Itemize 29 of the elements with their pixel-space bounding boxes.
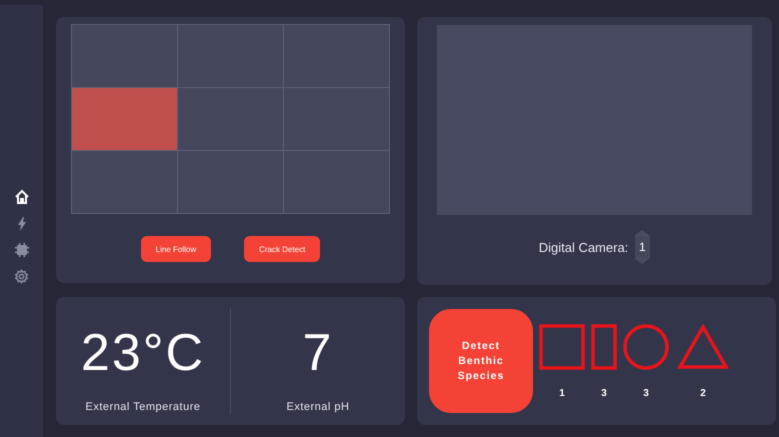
grid-cell[interactable] [178,88,283,150]
grid-cell[interactable] [284,151,389,213]
species-count: 1 [559,388,565,398]
grid-cell[interactable] [178,151,283,213]
rectangle-shape [591,324,617,370]
grid-cell[interactable] [284,25,389,87]
square-shape [539,324,585,370]
reading-value: 7 [302,323,334,383]
species-count: 3 [601,388,607,398]
lightning-icon[interactable] [16,216,26,230]
grid-cell[interactable] [72,151,177,213]
reading-value: 23°C [80,323,206,383]
triangle-shape [677,324,729,370]
species-count: 3 [643,388,649,398]
settings-icon[interactable] [14,268,29,284]
circle-shape [623,324,669,370]
reading-label: External Temperature [86,401,200,413]
grid-cell[interactable] [284,88,389,150]
reading-label: External pH [286,401,350,413]
camera-label: Digital Camera: [538,240,628,254]
mode-button[interactable]: Line Follow [140,236,212,262]
chip-icon[interactable] [14,242,28,256]
detect-species-button[interactable]: Detect Benthic Species [429,309,533,413]
grid-cell[interactable] [72,88,177,150]
grid-cell[interactable] [178,25,283,87]
species-count: 2 [700,388,706,398]
grid-cell[interactable] [72,25,177,87]
mode-button[interactable]: Crack Detect [244,236,320,262]
home-icon[interactable] [14,188,30,204]
